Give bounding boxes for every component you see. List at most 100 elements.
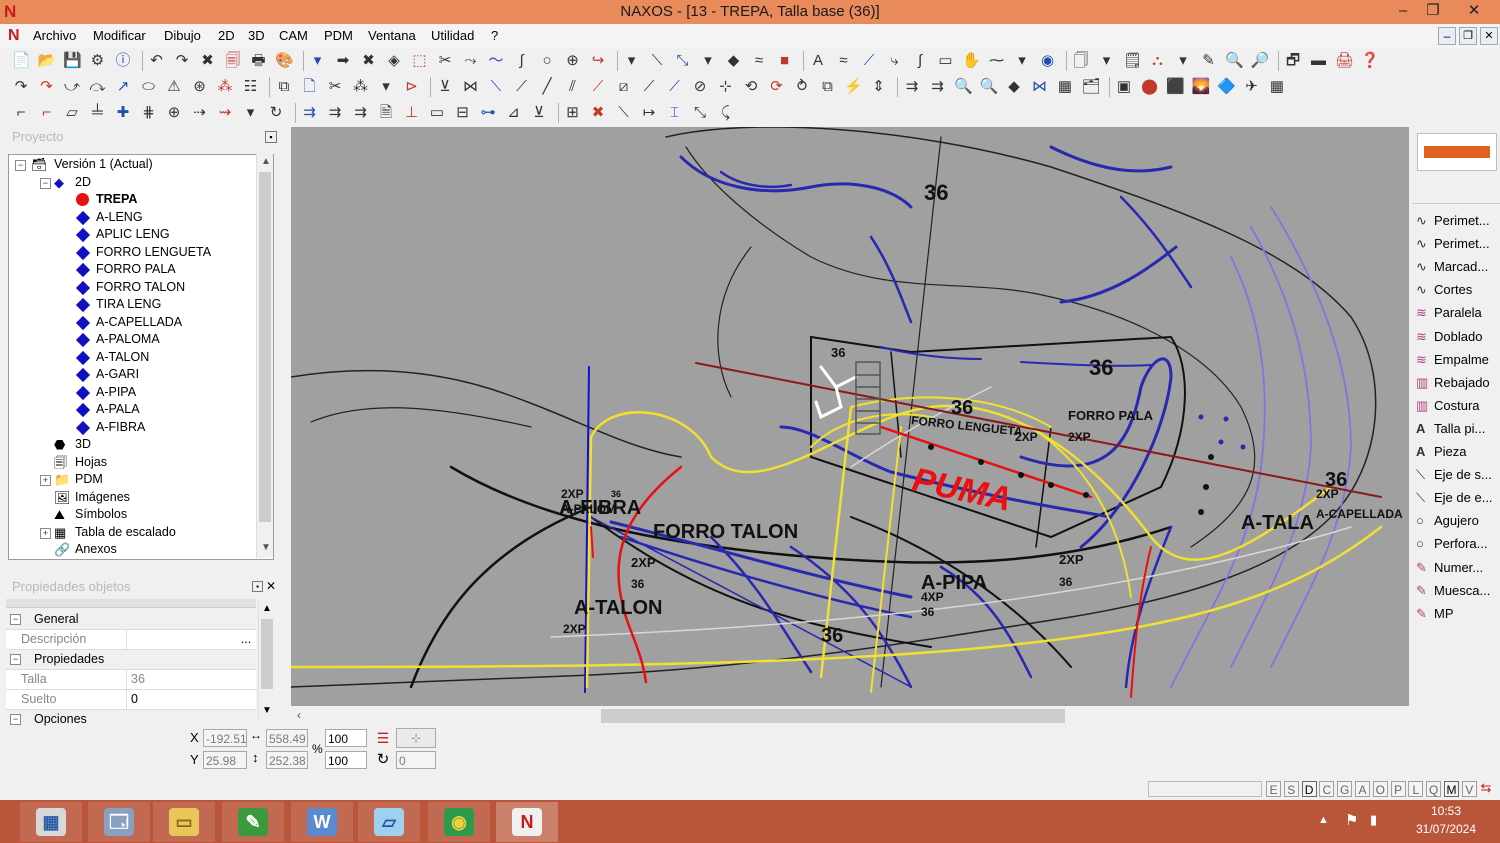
- menu-dibujo[interactable]: Dibujo: [160, 24, 205, 48]
- toolbar-tool-icon[interactable]: ▭: [937, 52, 955, 70]
- scroll-thumb[interactable]: [601, 709, 1065, 723]
- toolbar-tool-icon[interactable]: 🗗: [1284, 52, 1302, 70]
- tool-4[interactable]: ≋ Paralela: [1416, 301, 1500, 324]
- tool-0[interactable]: ∿ Perimet...: [1416, 209, 1500, 232]
- menu-ventana[interactable]: Ventana: [364, 24, 420, 48]
- taskbar-explorer-button[interactable]: 🗔: [88, 802, 150, 842]
- toolbar-tool-icon[interactable]: ⧄: [615, 78, 633, 96]
- toolbar-tool-icon[interactable]: ⫽: [564, 78, 582, 96]
- toolbar-tool-icon[interactable]: ╱: [538, 78, 556, 96]
- tree-item[interactable]: 🖼 Imágenes: [9, 489, 257, 507]
- toolbar-tool-icon[interactable]: ⟋: [860, 52, 878, 70]
- toolbar-tool-icon[interactable]: ↷: [12, 78, 30, 96]
- close-button[interactable]: ✕: [1452, 0, 1496, 24]
- toolbar-tool-icon[interactable]: ➡: [334, 52, 352, 70]
- toolbar-tool-icon[interactable]: ▬: [1310, 52, 1328, 70]
- flag-icon[interactable]: ⚑: [1345, 811, 1358, 829]
- toolbar-tool-icon[interactable]: 🖨: [1335, 52, 1354, 70]
- toolbar-tool-icon[interactable]: 🌄: [1192, 78, 1211, 96]
- toolbar-tool-icon[interactable]: ⊳: [403, 78, 421, 96]
- maximize-button[interactable]: ❐: [1418, 0, 1448, 24]
- toolbar-tool-icon[interactable]: ～: [487, 52, 505, 70]
- toolbar-tool-icon[interactable]: ⊥: [403, 104, 421, 122]
- toolbar-tool-icon[interactable]: ⁂: [216, 78, 234, 96]
- tool-2[interactable]: ∿ Marcad...: [1416, 255, 1500, 278]
- tree-item[interactable]: A-PALOMA: [9, 331, 257, 349]
- toolbar-tool-icon[interactable]: ⇝: [216, 104, 234, 122]
- toolbar-tool-icon[interactable]: ⓘ: [114, 52, 132, 70]
- toolbar-tool-icon[interactable]: ✚: [114, 104, 132, 122]
- tree-scrollbar[interactable]: ▲ ▼: [256, 154, 273, 558]
- toolbar-tool-icon[interactable]: 🔍: [954, 78, 973, 96]
- tool-5[interactable]: ≋ Doblado: [1416, 325, 1500, 348]
- mdi-restore-button[interactable]: ❐: [1459, 27, 1477, 45]
- toolbar-tool-icon[interactable]: ⇕: [870, 78, 888, 96]
- toolbar-tool-icon[interactable]: ⟍: [615, 104, 633, 122]
- toolbar-tool-icon[interactable]: ⊿: [505, 104, 523, 122]
- snap-toggle-p[interactable]: P: [1390, 781, 1406, 797]
- panel-close-icon[interactable]: ✕: [266, 579, 276, 593]
- tool-16[interactable]: ✎ Muesca...: [1416, 579, 1500, 602]
- toolbar-tool-icon[interactable]: ⛬: [1149, 52, 1167, 70]
- taskbar-chrome-button[interactable]: ◉: [428, 802, 490, 842]
- snap-toggle-s[interactable]: S: [1283, 781, 1299, 797]
- tool-14[interactable]: ○ Perfora...: [1416, 532, 1500, 555]
- toolbar-tool-icon[interactable]: ⁂: [352, 78, 370, 96]
- section-collapse-icon[interactable]: −: [10, 714, 21, 725]
- toolbar-tool-icon[interactable]: ✖: [589, 104, 607, 122]
- panel-pin-icon[interactable]: ▪: [252, 581, 263, 592]
- property-value[interactable]: 0: [131, 690, 138, 709]
- toolbar-tool-icon[interactable]: ⊞: [564, 104, 582, 122]
- tree-item[interactable]: APLIC LENG: [9, 226, 257, 244]
- toolbar-tool-icon[interactable]: 🔎: [1251, 52, 1270, 70]
- toolbar-tool-icon[interactable]: ↦: [640, 104, 658, 122]
- toolbar-tool-icon[interactable]: 📂: [38, 52, 57, 70]
- tree-item[interactable]: 🔗 Anexos: [9, 541, 257, 559]
- toolbar-tool-icon[interactable]: ⤷: [886, 52, 904, 70]
- toolbar-tool-icon[interactable]: ⊶: [479, 104, 497, 122]
- toolbar-tool-icon[interactable]: 🗐: [224, 52, 242, 70]
- toolbar-tool-icon[interactable]: 🗒: [1123, 52, 1142, 70]
- toolbar-tool-icon[interactable]: ⊻: [530, 104, 548, 122]
- property-row[interactable]: Suelto 0: [6, 690, 256, 710]
- toolbar-tool-icon[interactable]: ○: [538, 52, 556, 70]
- tree-item[interactable]: TREPA: [9, 191, 257, 209]
- snap-toggle-q[interactable]: Q: [1426, 781, 1442, 797]
- toolbar-tool-icon[interactable]: ⧉: [819, 78, 837, 96]
- toolbar-tool-icon[interactable]: ⊟: [454, 104, 472, 122]
- tree-item[interactable]: ⛰ Símbolos: [9, 506, 257, 524]
- toolbar-tool-icon[interactable]: 💾: [63, 52, 82, 70]
- toolbar-tool-icon[interactable]: ↻: [267, 104, 285, 122]
- toolbar-tool-icon[interactable]: ✖: [199, 52, 217, 70]
- taskbar-naxos-button[interactable]: N: [496, 802, 558, 842]
- toolbar-tool-icon[interactable]: ⇉: [326, 104, 344, 122]
- menu-help[interactable]: ?: [487, 24, 502, 48]
- toolbar-tool-icon[interactable]: ❓: [1361, 52, 1380, 70]
- menu-2d[interactable]: 2D: [214, 24, 239, 48]
- toolbar-tool-icon[interactable]: ✈: [1243, 78, 1261, 96]
- menu-modificar[interactable]: Modificar: [89, 24, 150, 48]
- taskbar-word-button[interactable]: W: [291, 802, 353, 842]
- toolbar-tool-icon[interactable]: ⊛: [191, 78, 209, 96]
- tree-item[interactable]: A-FIBRA: [9, 419, 257, 437]
- snap-toggle-a[interactable]: A: [1355, 781, 1370, 797]
- tree-expander-icon[interactable]: −: [15, 160, 26, 171]
- scroll-thumb[interactable]: [259, 172, 271, 522]
- tool-10[interactable]: A Pieza: [1416, 440, 1500, 463]
- toolbar-tool-icon[interactable]: ◉: [1039, 52, 1057, 70]
- tool-8[interactable]: ▥ Costura: [1416, 394, 1500, 417]
- toolbar-tool-icon[interactable]: ⌶: [666, 104, 684, 122]
- toolbar-tool-icon[interactable]: ▾: [377, 78, 395, 96]
- toolbar-tool-icon[interactable]: ⤹: [717, 104, 735, 122]
- toolbar-tool-icon[interactable]: ⤡: [674, 52, 692, 70]
- tree-item[interactable]: FORRO LENGUETA: [9, 244, 257, 262]
- tree-item[interactable]: A-PIPA: [9, 384, 257, 402]
- toolbar-tool-icon[interactable]: 🔍: [1225, 52, 1244, 70]
- toolbar-tool-icon[interactable]: ⟋: [589, 78, 607, 96]
- toolbar-tool-icon[interactable]: ⟍: [648, 52, 666, 70]
- tree-expander-icon[interactable]: +: [40, 527, 51, 539]
- scroll-up-icon[interactable]: ▲: [262, 603, 272, 614]
- toolbar-tool-icon[interactable]: ⟍: [487, 78, 505, 96]
- tool-11[interactable]: ⟍ Eje de s...: [1416, 463, 1500, 486]
- browse-button[interactable]: ...: [238, 630, 254, 649]
